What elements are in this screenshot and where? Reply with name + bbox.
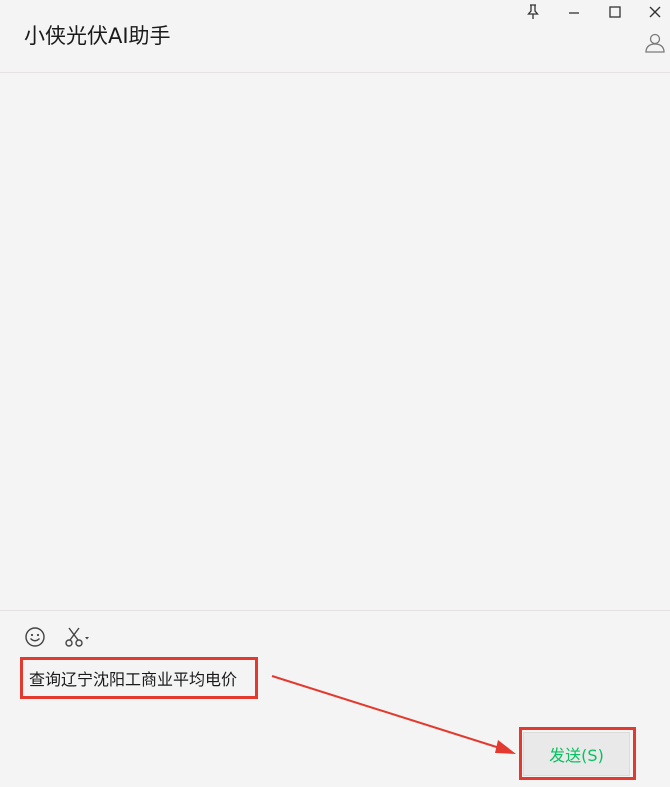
- send-button[interactable]: 发送(S): [523, 732, 630, 776]
- user-profile-icon[interactable]: [644, 32, 666, 54]
- maximize-icon[interactable]: [605, 2, 625, 22]
- scissors-icon[interactable]: [64, 626, 92, 648]
- chat-message-area[interactable]: [0, 73, 670, 610]
- message-input-field[interactable]: 查询辽宁沈阳工商业平均电价: [20, 657, 258, 699]
- chat-window: 小侠光伏AI助手 查询辽宁沈阳工商业平均电价 发送(S): [0, 0, 670, 787]
- message-input-text[interactable]: 查询辽宁沈阳工商业平均电价: [29, 666, 237, 690]
- window-title: 小侠光伏AI助手: [24, 24, 171, 48]
- minimize-icon[interactable]: [564, 2, 584, 22]
- pin-icon[interactable]: [523, 2, 543, 22]
- close-icon[interactable]: [645, 2, 665, 22]
- window-header: 小侠光伏AI助手: [0, 0, 670, 73]
- emoji-icon[interactable]: [24, 626, 46, 648]
